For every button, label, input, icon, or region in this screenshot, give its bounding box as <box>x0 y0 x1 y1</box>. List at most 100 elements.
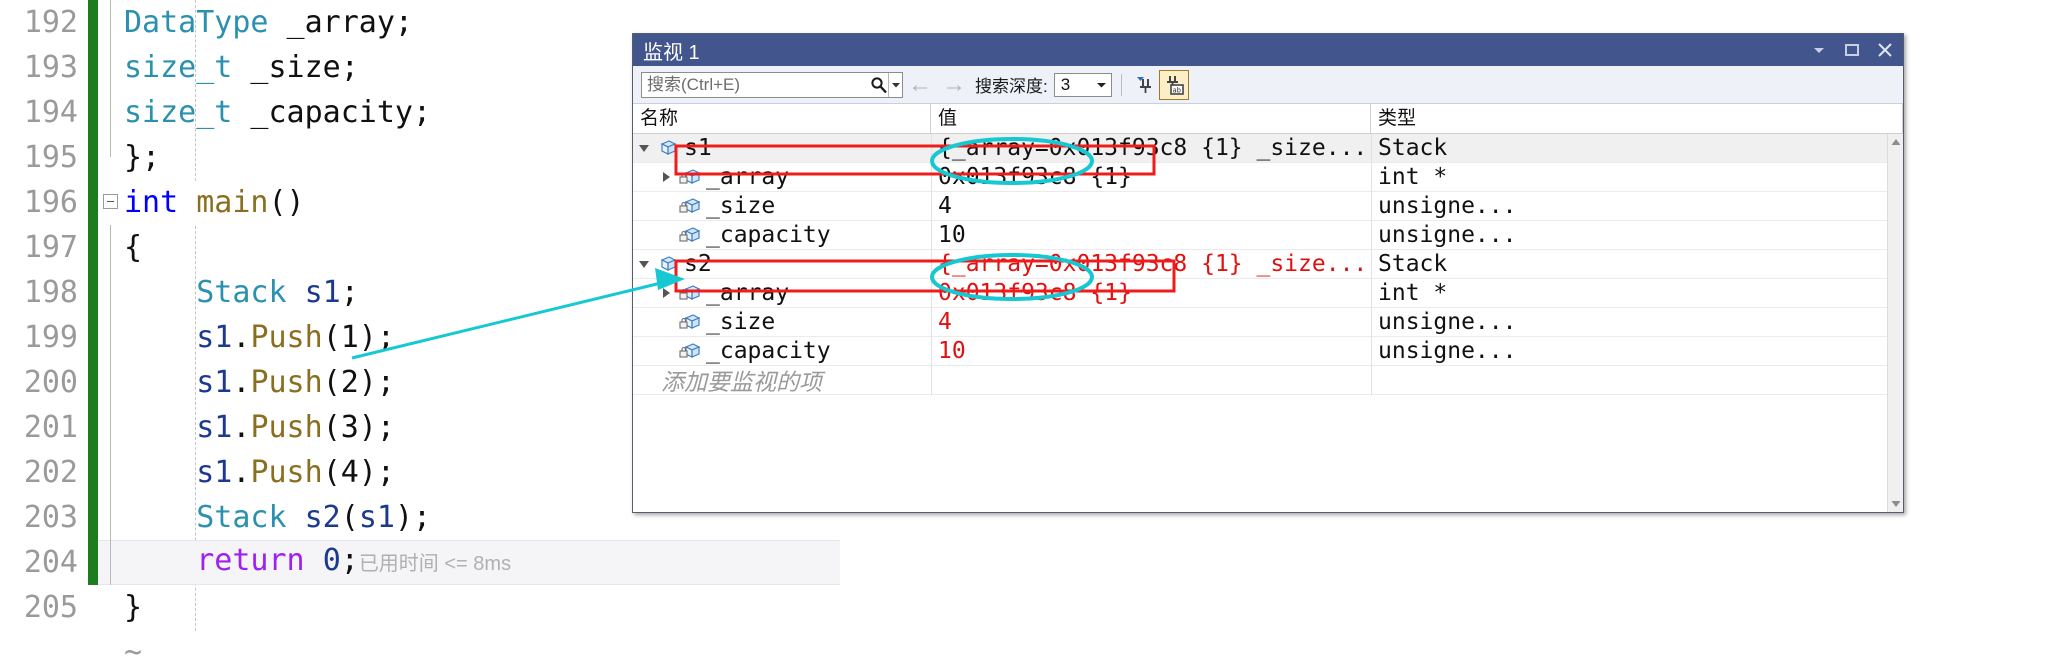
watch-row[interactable]: _array 0x013f93c8 {1} int * <box>633 278 1887 308</box>
row-name-cell[interactable]: s2 <box>633 250 931 279</box>
row-name-text: _array <box>706 164 790 190</box>
watch-row[interactable]: _capacity 10 unsigne... <box>633 336 1887 366</box>
add-watch-value-cell[interactable] <box>931 365 1371 395</box>
row-type-cell: int * <box>1371 278 1887 308</box>
watch-row[interactable]: _capacity 10 unsigne... <box>633 220 1887 250</box>
fold-region[interactable] <box>98 450 124 495</box>
fold-region[interactable] <box>98 225 124 270</box>
change-marker <box>88 450 98 495</box>
column-header-name[interactable]: 名称 <box>633 104 931 133</box>
row-value-cell[interactable]: 10 <box>931 220 1371 250</box>
pin-with-value-icon[interactable]: ab <box>1158 69 1189 100</box>
struct-icon <box>655 255 681 273</box>
change-marker <box>88 495 98 540</box>
row-name-cell[interactable]: _capacity <box>633 221 931 250</box>
fold-region[interactable] <box>98 45 124 90</box>
vertical-scrollbar[interactable] <box>1887 134 1903 512</box>
watch-row[interactable]: s1 {_array=0x013f93c8 {1} _size... Stack <box>633 133 1887 163</box>
code-text: s1.Push(3); <box>196 410 395 445</box>
watch-grid[interactable]: 名称 值 类型 s1 {_array=0x013f93c8 {1} _size..… <box>633 104 1903 512</box>
row-type-cell: int * <box>1371 162 1887 192</box>
row-value-cell[interactable]: {_array=0x013f93c8 {1} _size... <box>931 133 1371 163</box>
row-name-text: _size <box>706 309 776 335</box>
fold-region[interactable] <box>98 540 124 585</box>
fold-region[interactable] <box>98 0 124 45</box>
fold-region[interactable] <box>98 585 124 630</box>
close-icon[interactable] <box>1875 40 1895 60</box>
fold-region[interactable] <box>98 360 124 405</box>
line-number: 203 <box>23 500 78 535</box>
fold-region[interactable] <box>98 315 124 360</box>
code-text: }; <box>124 140 161 175</box>
add-watch-type-cell <box>1371 365 1887 395</box>
column-header-value[interactable]: 值 <box>931 104 1371 133</box>
watch-row[interactable]: s2 {_array=0x013f93c8 {1} _size... Stack <box>633 249 1887 279</box>
code-text: Stack s1; <box>196 275 359 310</box>
change-marker <box>88 270 98 315</box>
watch-row[interactable]: _array 0x013f93c8 {1} int * <box>633 162 1887 192</box>
column-header-type[interactable]: 类型 <box>1371 104 1903 133</box>
row-value-cell[interactable]: 0x013f93c8 {1} <box>931 278 1371 308</box>
scroll-down-arrow-icon[interactable] <box>1888 496 1903 512</box>
watch-window-title: 监视 1 <box>643 41 700 64</box>
row-type-cell: unsigne... <box>1371 220 1887 250</box>
search-previous-button[interactable]: ← <box>903 72 937 97</box>
row-name-cell[interactable]: _size <box>633 308 931 337</box>
fold-region[interactable] <box>98 135 124 180</box>
search-icon[interactable] <box>870 76 888 94</box>
fold-region[interactable] <box>98 405 124 450</box>
watch-titlebar[interactable]: 监视 1 <box>633 34 1903 66</box>
row-name-cell[interactable]: _size <box>633 192 931 221</box>
maximize-icon[interactable] <box>1842 40 1862 60</box>
pin-icon[interactable] <box>1131 71 1159 99</box>
chevron-down-icon[interactable] <box>1093 81 1111 89</box>
row-name-text: s1 <box>684 135 712 161</box>
row-name-cell[interactable]: _capacity <box>633 337 931 366</box>
fold-region[interactable] <box>98 90 124 135</box>
field-lock-icon <box>677 226 703 244</box>
code-line[interactable]: 205 } <box>0 585 840 630</box>
row-name-text: s2 <box>684 251 712 277</box>
line-number: 198 <box>23 275 78 310</box>
code-line-current[interactable]: 204 return 0;已用时间 <= 8ms <box>0 540 840 585</box>
line-number: 200 <box>23 365 78 400</box>
search-input[interactable] <box>642 71 870 98</box>
expander-collapse-icon[interactable] <box>633 144 655 152</box>
change-marker <box>88 360 98 405</box>
line-number: 193 <box>23 50 78 85</box>
search-next-button[interactable]: → <box>937 72 971 97</box>
expander-expand-icon[interactable] <box>655 288 677 298</box>
expander-expand-icon[interactable] <box>655 172 677 182</box>
watch-row[interactable]: _size 4 unsigne... <box>633 191 1887 221</box>
row-type-cell: Stack <box>1371 133 1887 163</box>
search-box[interactable] <box>641 71 903 98</box>
row-value-cell[interactable]: {_array=0x013f93c8 {1} _size... <box>931 249 1371 279</box>
row-type-cell: unsigne... <box>1371 307 1887 337</box>
line-number: 196 <box>23 185 78 220</box>
add-watch-name-cell[interactable]: 添加要监视的项 <box>633 366 931 395</box>
collapse-icon[interactable] <box>103 194 118 209</box>
row-type-cell: unsigne... <box>1371 336 1887 366</box>
fold-region[interactable] <box>98 270 124 315</box>
row-value-cell[interactable]: 0x013f93c8 {1} <box>931 162 1371 192</box>
search-options-dropdown-icon[interactable] <box>888 72 902 97</box>
row-name-cell[interactable]: _array <box>633 279 931 308</box>
row-name-cell[interactable]: s1 <box>633 134 931 163</box>
watch-window[interactable]: 监视 1 搜索(Ctrl+E) ← → 搜索深度: 3 ab 名称 值 类型 s… <box>632 33 1904 513</box>
row-value-cell[interactable]: 4 <box>931 307 1371 337</box>
fold-region[interactable] <box>98 495 124 540</box>
add-watch-row[interactable]: 添加要监视的项 <box>633 365 1887 395</box>
watch-toolbar[interactable]: ← → 搜索深度: 3 <box>633 66 1903 104</box>
expander-collapse-icon[interactable] <box>633 260 655 268</box>
search-depth-select[interactable]: 3 <box>1053 72 1112 97</box>
row-name-cell[interactable]: _array <box>633 163 931 192</box>
chevron-down-icon[interactable] <box>1809 40 1829 60</box>
row-name-text: _size <box>706 193 776 219</box>
code-text: return 0;已用时间 <= 8ms <box>196 543 512 578</box>
fold-toggle[interactable] <box>98 180 124 225</box>
watch-row[interactable]: _size 4 unsigne... <box>633 307 1887 337</box>
code-text: Stack s2(s1); <box>196 500 432 535</box>
scroll-up-arrow-icon[interactable] <box>1888 134 1903 150</box>
row-value-cell[interactable]: 4 <box>931 191 1371 221</box>
row-value-cell[interactable]: 10 <box>931 336 1371 366</box>
